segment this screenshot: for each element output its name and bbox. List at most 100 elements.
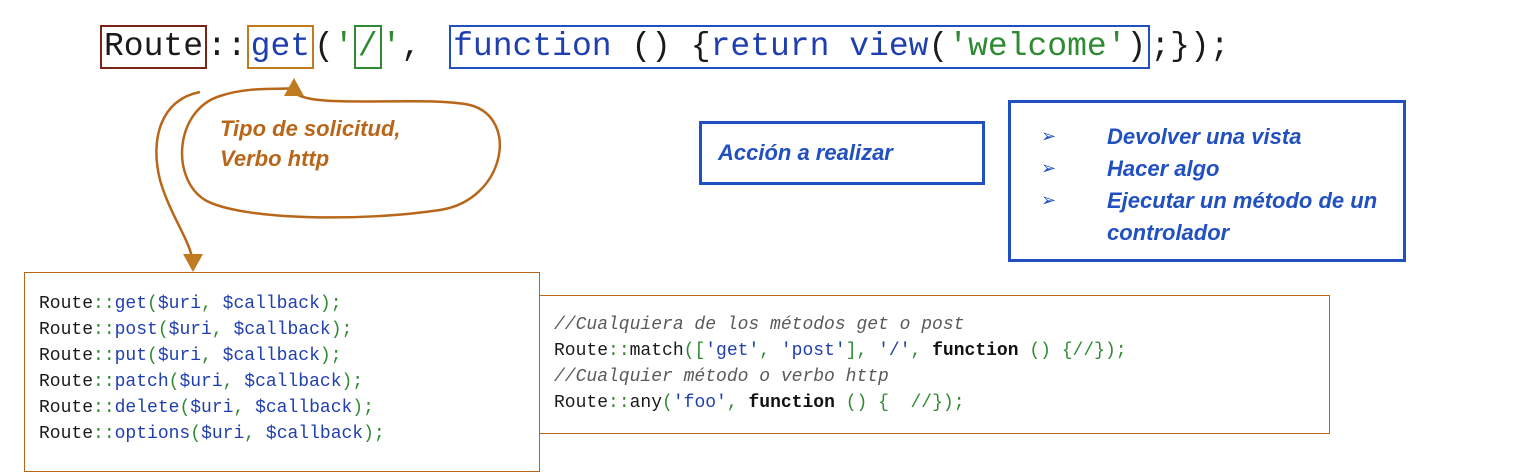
code-line: Route::get($uri, $callback); [39, 291, 539, 317]
route-class: Route [554, 393, 609, 413]
function-keyword: function [932, 341, 1019, 361]
route-method: get [114, 294, 148, 314]
code-comment: //Cualquier método o verbo http [554, 367, 889, 387]
open-paren: ( [147, 346, 158, 366]
route-definition-line: Route:: get (' / ', function () {return view(… [100, 24, 1230, 70]
option-text: Hacer algo [1107, 156, 1220, 181]
route-method: match [629, 341, 684, 361]
arrow-bullet-icon: ➢ [1041, 190, 1057, 211]
function-parens: () { [611, 28, 711, 65]
callback-param: $callback [255, 398, 353, 418]
route-class: Route [39, 372, 94, 392]
uri-box: / [353, 25, 382, 69]
uri-param: $uri [168, 320, 212, 340]
function-keyword: function [748, 393, 835, 413]
uri-param: $uri [201, 424, 245, 444]
route-method: patch [114, 372, 169, 392]
string-foo: 'foo' [672, 393, 727, 413]
arg-comma: , [211, 320, 234, 340]
close-paren: ); [330, 320, 353, 340]
route-method: put [114, 346, 148, 366]
tipo-arrowhead [284, 78, 304, 96]
view-open-paren: ( [928, 28, 949, 65]
callback-param: $callback [222, 346, 320, 366]
route-method: any [629, 393, 663, 413]
function-keyword: function [453, 28, 612, 65]
open-paren: ( [168, 372, 180, 392]
open-paren: ( [179, 398, 191, 418]
close-paren: ); [319, 294, 342, 314]
option-text: Devolver una vista [1107, 124, 1302, 149]
arg-comma: , [726, 393, 749, 413]
close-paren: ); [319, 346, 342, 366]
string-get: 'get' [705, 341, 760, 361]
route-class: Route [554, 341, 609, 361]
code-line: Route::options($uri, $callback); [39, 421, 539, 447]
arg-comma: , [201, 294, 223, 314]
route-method: delete [114, 398, 180, 418]
code-line: Route::any('foo', function () { //}); [554, 390, 1329, 416]
code-line: Route::put($uri, $callback); [39, 343, 539, 369]
arg-comma: , [244, 424, 266, 444]
http-verb-box: get [246, 25, 315, 69]
scope-separator: :: [93, 398, 115, 418]
scope-separator: :: [93, 346, 115, 366]
route-class: Route [39, 398, 94, 418]
list-item: ➢ Hacer algo [1041, 153, 1393, 185]
request-type-line2: Verbo http [220, 146, 330, 171]
close-paren: ); [363, 424, 385, 444]
route-method: post [114, 320, 158, 340]
callback-param: $callback [222, 294, 320, 314]
option-text: Ejecutar un método de un controlador [1107, 188, 1378, 245]
open-paren: ( [190, 424, 202, 444]
quote-close: ' [381, 28, 402, 65]
arrow-bullet-icon: ➢ [1041, 158, 1057, 179]
open-paren: ( [662, 393, 673, 413]
open-paren: ( [147, 294, 158, 314]
scope-separator: :: [93, 320, 115, 340]
closure-tail: () { //}); [834, 393, 965, 413]
route-class: Route [39, 294, 94, 314]
open-paren: ( [314, 28, 334, 65]
scope-separator: :: [608, 393, 630, 413]
close-paren: ); [352, 398, 374, 418]
closure-box: function () {return view('welcome') [449, 25, 1151, 69]
action-label-box: Acción a realizar [699, 121, 985, 185]
string-uri: '/' [878, 341, 911, 361]
arg-comma: , [233, 398, 256, 418]
action-label: Acción a realizar [718, 140, 893, 165]
arg-comma: , [759, 341, 781, 361]
view-function: view [849, 28, 929, 65]
callback-param: $callback [244, 372, 342, 392]
code-line: Route::delete($uri, $callback); [39, 395, 539, 421]
uri-param: $uri [157, 346, 202, 366]
callback-param: $callback [265, 424, 364, 444]
uri-param: $uri [157, 294, 202, 314]
scope-separator: :: [93, 424, 115, 444]
closure-tail: () {//}); [1018, 341, 1127, 361]
scope-separator: :: [207, 28, 247, 65]
scope-separator: :: [93, 372, 115, 392]
route-class: Route [39, 320, 94, 340]
arg-comma: , [222, 372, 245, 392]
close-bracket: ], [845, 341, 879, 361]
route-method: options [114, 424, 191, 444]
scope-separator: :: [93, 294, 115, 314]
arg-comma: , [201, 346, 223, 366]
code-comment: //Cualquiera de los métodos get o post [554, 315, 965, 335]
string-post: 'post' [780, 341, 846, 361]
view-argument: 'welcome' [948, 28, 1127, 65]
list-item: ➢ Devolver una vista [1041, 121, 1393, 153]
open-paren: ( [157, 320, 169, 340]
routes-arrowhead [183, 254, 203, 272]
match-any-code-box: //Cualquiera de los métodos get o post Ro… [540, 295, 1330, 434]
list-item: ➢ Ejecutar un método de un controlador [1041, 185, 1393, 249]
return-keyword: return [710, 28, 830, 65]
code-line: Route::patch($uri, $callback); [39, 369, 539, 395]
quote-open: ' [333, 28, 354, 65]
action-options-list: ➢ Devolver una vista ➢ Hacer algo ➢ Ejecuta… [1041, 121, 1393, 249]
scope-separator: :: [608, 341, 630, 361]
code-line: Route::post($uri, $callback); [39, 317, 539, 343]
route-methods-code-box: Route::get($uri, $callback); Route::post(… [24, 272, 540, 472]
arg-comma: , [401, 28, 422, 65]
